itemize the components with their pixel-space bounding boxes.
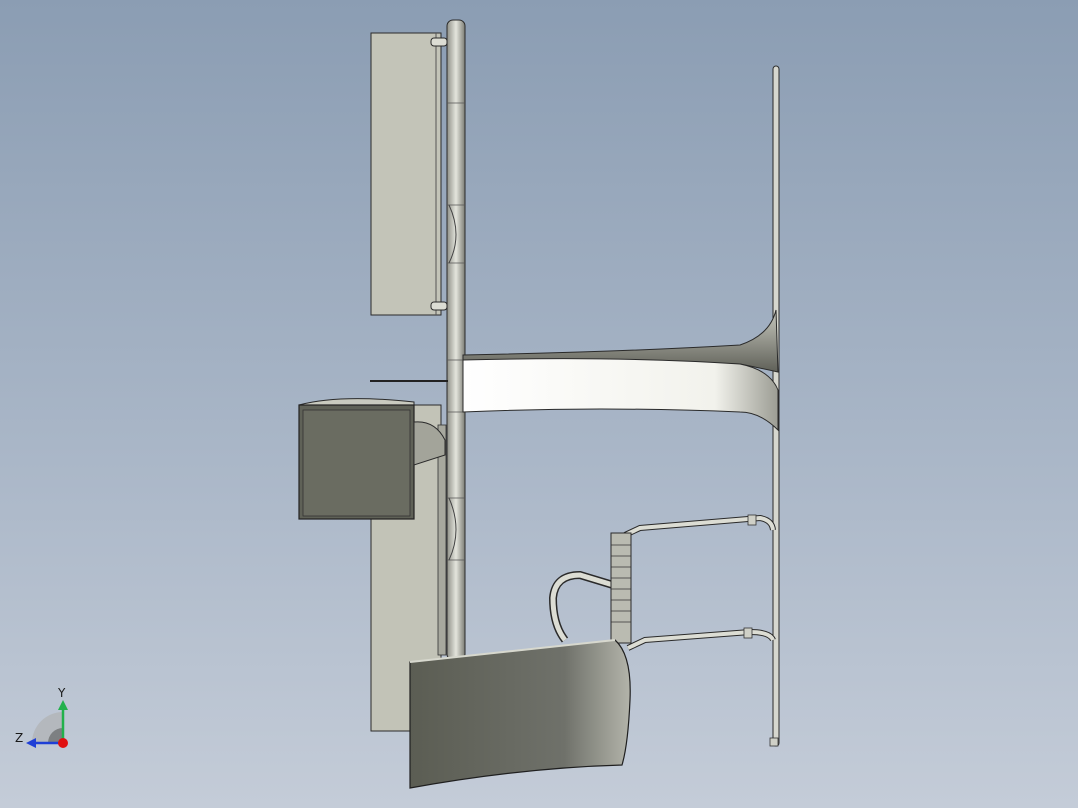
y-axis-arrow (58, 700, 68, 710)
serrated-bracket (610, 532, 632, 644)
pole-foot (769, 737, 779, 747)
model-view[interactable] (0, 0, 1078, 808)
seat-shell[interactable] (409, 639, 631, 789)
tube-clamp-upper (747, 514, 757, 526)
orientation-triad[interactable] (26, 700, 68, 748)
backrest-band[interactable] (462, 358, 779, 432)
dark-box-face (302, 409, 411, 517)
upper-side-panel[interactable] (370, 32, 442, 316)
lower-panel-strip (437, 424, 447, 656)
x-axis-dot (58, 738, 68, 748)
y-axis-label: Y (58, 686, 66, 700)
tube-clamp-lower (743, 627, 753, 639)
z-axis-arrow (26, 738, 36, 748)
graphics-viewport[interactable]: Y Z (0, 0, 1078, 808)
central-post[interactable] (446, 19, 466, 661)
z-axis-label: Z (15, 731, 24, 745)
